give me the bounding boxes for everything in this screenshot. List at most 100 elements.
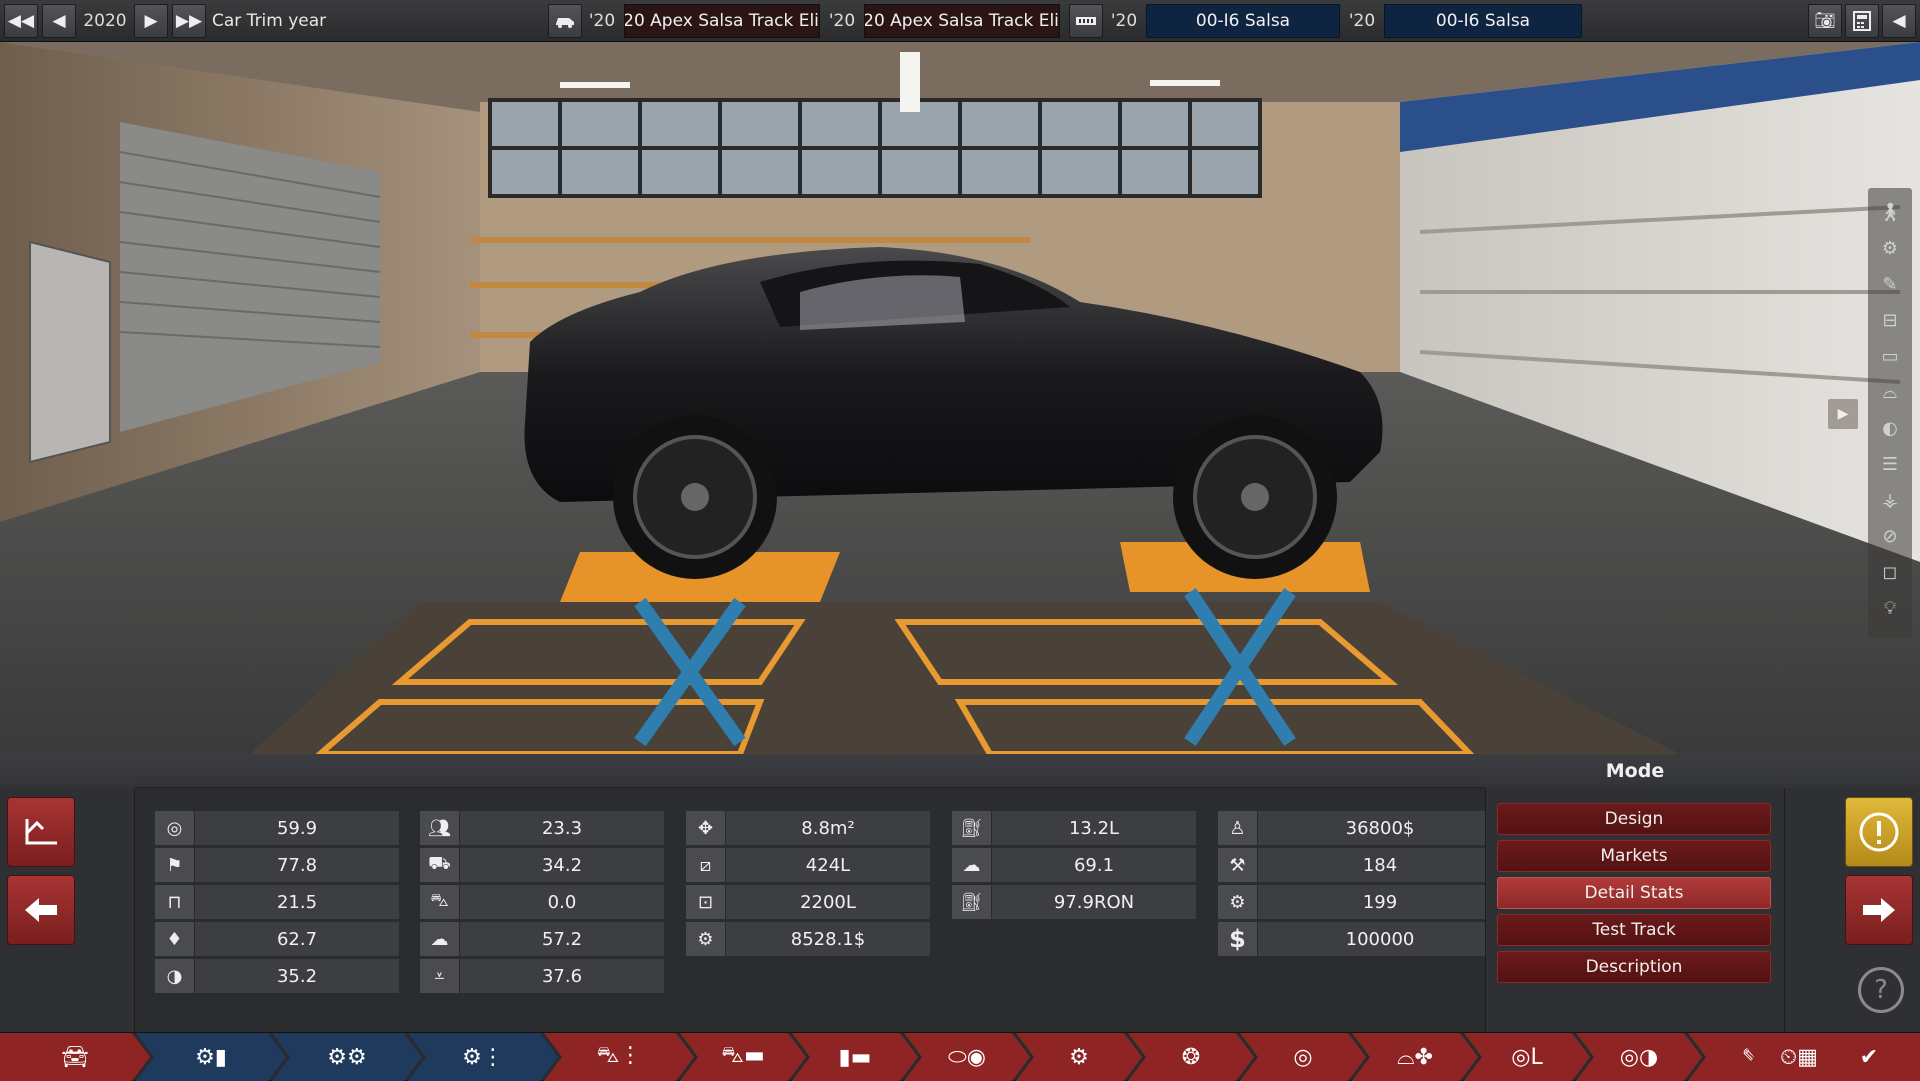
nav-engine-top[interactable]: ⚙⋮	[408, 1033, 558, 1081]
graph-button[interactable]	[7, 797, 75, 867]
mode-markets-button[interactable]: Markets	[1497, 840, 1771, 872]
stat-row: ◑ 35.2	[155, 959, 399, 993]
stat-row: 👥︎ 23.3	[420, 811, 664, 845]
passenger-volume-icon: ⊡	[686, 885, 726, 919]
nav-interior[interactable]: ◎L	[1464, 1033, 1590, 1081]
nav-body[interactable]: ⛍▬	[680, 1033, 806, 1081]
chart-axis-icon	[25, 819, 57, 845]
mode-title: Mode	[1485, 754, 1785, 788]
stat-row: ⚙ 8528.1$	[686, 922, 930, 956]
steering-seat-icon: ◎L	[1511, 1044, 1543, 1070]
back-icon: ◀	[52, 11, 66, 31]
stat-value: 35.2	[195, 959, 399, 993]
stat-value: 97.9RON	[992, 885, 1196, 919]
seat-icon: ⊓	[155, 885, 195, 919]
next-button[interactable]	[1845, 875, 1913, 945]
nav-trim[interactable]: ⛍⋮	[544, 1033, 694, 1081]
engine-variant-field[interactable]: 00-I6 Salsa	[1384, 4, 1582, 38]
engine-parts-icon: ⚙▮	[195, 1044, 227, 1070]
paint-view-button[interactable]: ✎	[1874, 268, 1906, 300]
nav-wheels[interactable]: ❂	[1128, 1033, 1254, 1081]
nav-aerodynamics[interactable]: ⌓✤	[1352, 1033, 1478, 1081]
stat-value: 59.9	[195, 811, 399, 845]
model-name-field[interactable]: '20 Apex Salsa Track Elit	[624, 4, 820, 38]
stat-value: 62.7	[195, 922, 399, 956]
stat-row: $100000	[1218, 922, 1502, 956]
lighting-button[interactable]: 💡︎	[1874, 592, 1906, 624]
expand-panel-button[interactable]: ▶	[1828, 399, 1858, 429]
service-gear-icon: ⚙	[1218, 885, 1258, 919]
wheel-view-button[interactable]: ⚙	[1874, 232, 1906, 264]
exit-button[interactable]: ◀	[1882, 4, 1916, 38]
nav-suspension[interactable]: ⚙	[1016, 1033, 1142, 1081]
warning-button[interactable]	[1845, 797, 1913, 867]
engine-family-field[interactable]: 00-I6 Salsa	[1146, 4, 1340, 38]
nav-chassis[interactable]: ▮▬	[792, 1033, 918, 1081]
back-button[interactable]	[7, 875, 75, 945]
stat-value: 57.2	[460, 922, 664, 956]
nav-engine-bottom[interactable]: ⚙⚙	[272, 1033, 422, 1081]
person-icon: 🚶︎	[1878, 201, 1902, 223]
frame-view-button[interactable]: ◻	[1874, 556, 1906, 588]
nav-aero[interactable]: ⬭◉	[904, 1033, 1030, 1081]
left-column-header	[0, 754, 135, 788]
mode-test-track-button[interactable]: Test Track	[1497, 914, 1771, 946]
stat-row: ✥ 8.8m²	[686, 811, 930, 845]
body-view-button[interactable]: ▭	[1874, 340, 1906, 372]
no-parts-button[interactable]: ⊘	[1874, 520, 1906, 552]
arrow-right-icon	[1863, 898, 1895, 922]
mode-detail-stats-button[interactable]: Detail Stats	[1497, 877, 1771, 909]
year-value: 2020	[83, 11, 127, 31]
chassis-icon: ▮▬	[838, 1044, 872, 1070]
price-tag-icon: ♙	[1218, 811, 1258, 845]
crankshaft-icon: ⚙⚙	[327, 1044, 367, 1070]
nav-car-model[interactable]: 🚘︎	[0, 1033, 150, 1081]
nav-engine-family[interactable]: ⚙▮	[136, 1033, 286, 1081]
stat-value: 37.6	[460, 959, 664, 993]
screenshot-button[interactable]: 📷︎	[1808, 4, 1842, 38]
aero-icon: ⬭◉	[948, 1044, 986, 1070]
mode-design-button[interactable]: Design	[1497, 803, 1771, 835]
light-view-button[interactable]: ◐	[1874, 412, 1906, 444]
forward-icon: ▶	[144, 11, 158, 31]
stat-row: ⚙ 199	[1218, 885, 1502, 919]
car-outline-button[interactable]: ⌓	[1874, 376, 1906, 408]
stat-row: ⛽︎ 97.9RON	[952, 885, 1196, 919]
fixture-view-button[interactable]: ⊟	[1874, 304, 1906, 336]
emissions-icon: ☁	[952, 848, 992, 882]
car-outline-icon: ⌓	[1882, 381, 1898, 403]
stat-value: 77.8	[195, 848, 399, 882]
question-mark-icon: ?	[1874, 975, 1888, 1005]
fuel-pump-icon: ⛽︎	[952, 885, 992, 919]
headlight-icon: ◐	[1882, 417, 1898, 439]
stat-value: 21.5	[195, 885, 399, 919]
checkmark-icon: ✔	[1859, 1044, 1879, 1070]
stat-value: 0.0	[460, 885, 664, 919]
car-model-button[interactable]	[548, 4, 582, 38]
stat-row: ⚑ 77.8	[155, 848, 399, 882]
stat-value: 8.8m²	[726, 811, 930, 845]
nav-safety[interactable]: ◎◑	[1576, 1033, 1702, 1081]
stat-row: ☁ 57.2	[420, 922, 664, 956]
mode-description-button[interactable]: Description	[1497, 951, 1771, 983]
nav-brakes[interactable]: ◎	[1240, 1033, 1366, 1081]
right-column-header	[1785, 754, 1920, 788]
car-profile-icon: ⌓✤	[1397, 1044, 1433, 1070]
last-year-button[interactable]: ▶▶	[172, 4, 206, 38]
next-year-button[interactable]: ▶	[134, 4, 168, 38]
first-year-button[interactable]: ◀◀	[4, 4, 38, 38]
utility-truck-icon: ⛟	[420, 848, 460, 882]
help-button[interactable]: ?	[1858, 967, 1904, 1013]
engine-icon: ☰	[1881, 453, 1899, 475]
driver-view-button[interactable]: 🚶︎	[1874, 196, 1906, 228]
trim-name-field[interactable]: '20 Apex Salsa Track Elit	[864, 4, 1060, 38]
stat-row: ⊓ 21.5	[155, 885, 399, 919]
calculator-button[interactable]	[1845, 4, 1879, 38]
prev-year-button[interactable]: ◀	[42, 4, 76, 38]
car-viewport[interactable]: ▶	[0, 42, 1920, 754]
engine-view-button[interactable]: ☰	[1874, 448, 1906, 480]
engine-family-button[interactable]	[1069, 4, 1103, 38]
car-icon	[556, 18, 574, 28]
suspension-view-button[interactable]: ⚶	[1874, 484, 1906, 516]
stat-row: ♙ 36800$	[1218, 811, 1502, 845]
